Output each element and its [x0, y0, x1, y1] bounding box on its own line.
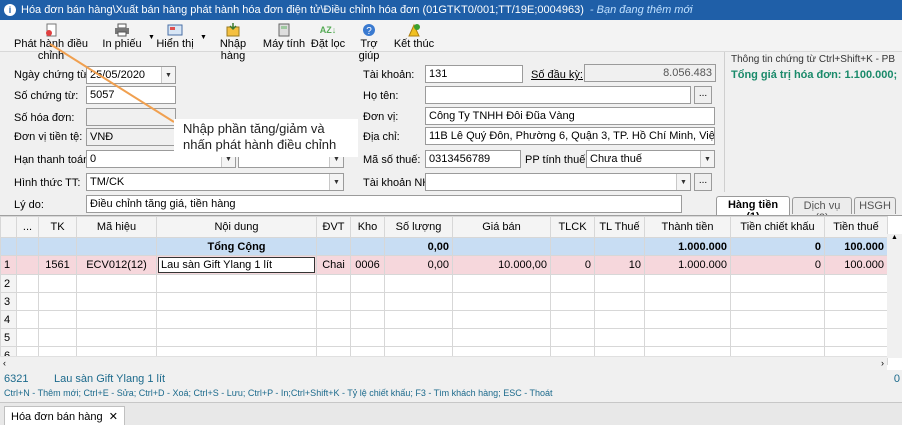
col-select[interactable]: ... — [16, 216, 39, 238]
cell-qty[interactable]: 0,00 — [384, 255, 453, 275]
col-amount[interactable]: Thành tiền — [644, 216, 731, 238]
col-tax[interactable]: Tiền thuế — [824, 216, 888, 238]
status-item: Lau sàn Gift Ylang 1 lít — [54, 373, 166, 385]
cell-content[interactable]: Lau sàn Gift Ylang 1 lít — [156, 255, 317, 275]
scroll-right-icon[interactable]: › — [881, 358, 884, 368]
col-tax-rate[interactable]: TL Thuế — [594, 216, 645, 238]
row-number: 3 — [0, 292, 17, 311]
callout-line-1: Nhập phần tăng/giảm và — [183, 121, 325, 136]
col-store[interactable]: Kho — [350, 216, 385, 238]
cell-content-editor[interactable]: Lau sàn Gift Ylang 1 lít — [158, 257, 315, 273]
horizontal-scrollbar[interactable]: ‹ › — [0, 356, 887, 371]
col-unit[interactable]: ĐVT — [316, 216, 351, 238]
cell-tax-rate[interactable]: 10 — [594, 255, 645, 275]
col-disc-rate[interactable]: TLCK — [550, 216, 595, 238]
row-number: 4 — [0, 310, 17, 329]
col-discount[interactable]: Tiền chiết khấu — [730, 216, 825, 238]
cell-price[interactable]: 10.000,00 — [452, 255, 551, 275]
cell-discount[interactable]: 0 — [730, 255, 825, 275]
callout-line-2: nhấn phát hành điều chỉnh — [183, 137, 337, 152]
table-row[interactable]: 5 — [0, 328, 888, 347]
scroll-left-icon[interactable]: ‹ — [3, 358, 6, 368]
grid-header-row: ... TK Mã hiệu Nội dung ĐVT Kho Số lượng… — [0, 216, 888, 238]
status-code: 6321 — [4, 373, 29, 385]
row-number: 5 — [0, 328, 17, 347]
cell-tk[interactable]: 1561 — [38, 255, 77, 275]
tab-hsgh[interactable]: HSGH — [854, 197, 896, 214]
summary-label: Tổng Cộng — [156, 237, 317, 256]
scroll-up-icon[interactable]: ▲ — [887, 234, 902, 241]
row-number: 1 — [0, 255, 17, 275]
row-number: 2 — [0, 274, 17, 293]
summary-tax: 100.000 — [824, 237, 888, 256]
col-price[interactable]: Giá bán — [452, 216, 551, 238]
table-row[interactable]: 4 — [0, 310, 888, 329]
summary-amount: 1.000.000 — [644, 237, 731, 256]
summary-qty: 0,00 — [384, 237, 453, 256]
items-table: ... TK Mã hiệu Nội dung ĐVT Kho Số lượng… — [0, 216, 888, 365]
status-right: 0 — [893, 373, 900, 385]
col-code[interactable]: Mã hiệu — [76, 216, 157, 238]
tab-services[interactable]: Dịch vụ (2) — [792, 197, 852, 224]
cell-tax[interactable]: 100.000 — [824, 255, 888, 275]
items-grid: ... TK Mã hiệu Nội dung ĐVT Kho Số lượng… — [0, 215, 902, 371]
tab-goods[interactable]: Hàng tiền (1) — [716, 196, 790, 223]
document-tabbar: Hóa đơn bán hàng ✕ — [0, 402, 902, 425]
cell-disc-rate[interactable]: 0 — [550, 255, 595, 275]
summary-row: Tổng Cộng 0,00 1.000.000 0 100.000 — [0, 237, 888, 256]
summary-discount: 0 — [730, 237, 825, 256]
close-icon[interactable]: ✕ — [109, 411, 118, 423]
vertical-scrollbar[interactable]: ▲ — [887, 234, 902, 358]
col-content[interactable]: Nội dung — [156, 216, 317, 238]
cell-unit[interactable]: Chai — [316, 255, 351, 275]
tab-sales-invoice-label: Hóa đơn bán hàng — [11, 411, 103, 423]
cell-code[interactable]: ECV012(12) — [76, 255, 157, 275]
shortcut-hints: Ctrl+N - Thêm mới; Ctrl+E - Sửa; Ctrl+D … — [4, 388, 553, 398]
col-qty[interactable]: Số lượng — [384, 216, 453, 238]
table-row[interactable]: 1 1561 ECV012(12) Lau sàn Gift Ylang 1 l… — [0, 255, 888, 275]
annotation-callout: Nhập phần tăng/giảm và nhấn phát hành đi… — [174, 119, 358, 157]
table-row[interactable]: 2 — [0, 274, 888, 293]
status-bar: 6321 Lau sàn Gift Ylang 1 lít 0 — [0, 370, 902, 387]
cell-store[interactable]: 0006 — [350, 255, 385, 275]
table-row[interactable]: 3 — [0, 292, 888, 311]
cell-amount[interactable]: 1.000.000 — [644, 255, 731, 275]
tab-sales-invoice[interactable]: Hóa đơn bán hàng ✕ — [4, 406, 125, 425]
col-tk[interactable]: TK — [38, 216, 77, 238]
row-header-corner — [0, 216, 17, 238]
